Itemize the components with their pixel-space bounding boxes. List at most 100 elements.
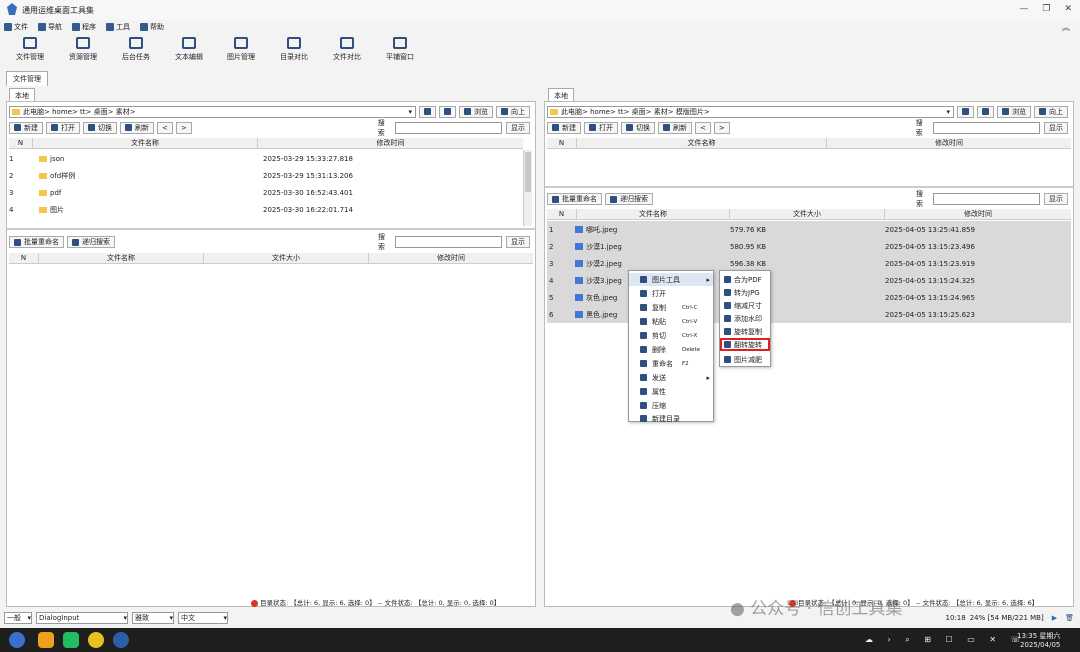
table-row[interactable]: 1 json 2025-03-29 15:33:27.818 [9, 150, 523, 167]
submenu-merge-pdf[interactable]: 合为PDF [720, 273, 770, 286]
table-row[interactable]: 4 图片 2025-03-30 16:22:01.714 [9, 201, 523, 218]
left-switch-button[interactable]: 切换 [83, 121, 117, 134]
app-icon-2[interactable] [63, 632, 79, 648]
right-browse-button[interactable]: 浏览 [997, 105, 1031, 118]
right-back-button[interactable]: < [695, 121, 711, 134]
left-recursive-search-button[interactable]: 递归搜索 [67, 236, 115, 248]
menu-item-send[interactable]: 发送 ▸ [629, 371, 713, 384]
tab-file-manager[interactable]: 文件管理 [6, 71, 48, 86]
menu-nav[interactable]: 导航 [38, 22, 62, 32]
toolbar-dir-compare[interactable]: 目录对比 [269, 37, 319, 62]
menu-item-delete[interactable]: 删除 Delete [629, 343, 713, 356]
app-icon-3[interactable] [113, 632, 129, 648]
submenu-to-jpg[interactable]: 转为JPG [720, 286, 770, 299]
toolbar-text-editor[interactable]: 文本编辑 [164, 37, 214, 62]
table-row[interactable]: 2 沙漠1.jpeg 580.95 KB 2025-04-05 13:15:23… [547, 238, 1071, 255]
submenu-resize[interactable]: 缩减尺寸 [720, 299, 770, 312]
right-download-button[interactable] [957, 105, 974, 118]
toolbar-image-manager[interactable]: 图片管理 [216, 37, 266, 62]
table-row[interactable]: 5 灰色.jpeg 2025-04-05 13:15:24.965 [547, 289, 1071, 306]
menu-item-new-folder[interactable]: 新建目录 [629, 412, 713, 425]
table-row[interactable]: 3 沙漠2.jpeg 596.38 KB 2025-04-05 13:15:23… [547, 255, 1071, 272]
left-search-input[interactable] [395, 121, 502, 134]
left-scroll-thumb[interactable] [525, 152, 531, 192]
menu-item-copy[interactable]: 复制 Ctrl-C [629, 301, 713, 314]
log-level-select[interactable]: 一般 ▾ [4, 611, 32, 624]
menu-item-cut[interactable]: 剪切 Ctrl-X [629, 329, 713, 342]
menu-tools[interactable]: 工具 [106, 22, 130, 32]
toolbar-tile-windows[interactable]: 平铺窗口 [375, 37, 425, 62]
path-dropdown-icon[interactable]: ▾ [946, 108, 953, 116]
right-open-button[interactable]: 打开 [584, 121, 618, 134]
left-open-button[interactable]: 打开 [46, 121, 80, 134]
menu-item-rename[interactable]: 重命名 F2 [629, 357, 713, 370]
left-path-bar[interactable]: 此电脑 > home > tt > 桌面 > 素材 > ▾ [9, 105, 416, 118]
left-favorite-button[interactable] [439, 105, 456, 118]
left-pane: 此电脑 > home > tt > 桌面 > 素材 > ▾ 浏览 向上 新建 打开 切换 … [6, 101, 536, 607]
right-batch-rename-button[interactable]: 批量重命名 [547, 193, 602, 205]
right-up-button[interactable]: 向上 [1034, 105, 1068, 118]
left-new-button[interactable]: 新建 [9, 121, 43, 134]
menu-item-paste[interactable]: 粘贴 Ctrl-V [629, 315, 713, 328]
right-refresh-button[interactable]: 刷新 [658, 121, 692, 134]
right-lower-search-input[interactable] [933, 193, 1040, 205]
left-show-button[interactable]: 显示 [506, 121, 530, 134]
table-row[interactable]: 6 黑色.jpeg 2025-04-05 13:15:25.623 [547, 306, 1071, 323]
left-up-button[interactable]: 向上 [496, 105, 530, 118]
right-new-button[interactable]: 新建 [547, 121, 581, 134]
toolbar-file-compare[interactable]: 文件对比 [322, 37, 372, 62]
menu-file[interactable]: 文件 [4, 22, 28, 32]
right-search-input[interactable] [933, 121, 1040, 134]
splitter[interactable] [545, 186, 1073, 188]
right-forward-button[interactable]: > [713, 121, 730, 134]
toolbar-file-manager[interactable]: 文件管理 [5, 37, 55, 62]
minimize-button[interactable]: — [1019, 4, 1028, 14]
right-show-button[interactable]: 显示 [1044, 121, 1068, 134]
close-button[interactable]: ✕ [1064, 4, 1072, 14]
maximize-button[interactable]: ❐ [1042, 4, 1050, 14]
submenu-flip-rotate[interactable]: 翻转旋转 [720, 338, 770, 351]
toolbar-background-tasks[interactable]: 后台任务 [111, 37, 161, 62]
right-path-bar[interactable]: 此电脑 > home > tt > 桌面 > 素材 > 模版图片 > ▾ [547, 105, 954, 118]
left-lower-show-button[interactable]: 显示 [506, 236, 530, 248]
splitter[interactable] [7, 228, 535, 230]
path-dropdown-icon[interactable]: ▾ [408, 108, 415, 116]
menu-help[interactable]: 帮助 [140, 22, 164, 32]
submenu-compress-image[interactable]: 图片减肥 [720, 353, 770, 366]
table-row[interactable]: 4 沙漠3.jpeg 2025-04-05 13:15:24.325 [547, 272, 1071, 289]
menu-program[interactable]: 程序 [72, 22, 96, 32]
menu-item-open[interactable]: 打开 [629, 287, 713, 300]
start-icon[interactable] [9, 632, 25, 648]
left-batch-rename-button[interactable]: 批量重命名 [9, 236, 64, 248]
right-lower-show-button[interactable]: 显示 [1044, 193, 1068, 205]
app-icon-1[interactable] [38, 632, 54, 648]
trash-icon[interactable]: 🗑 [1065, 614, 1074, 622]
left-forward-button[interactable]: > [175, 121, 192, 134]
left-back-button[interactable]: < [157, 121, 173, 134]
right-recursive-search-button[interactable]: 递归搜索 [605, 193, 653, 205]
collapse-chevron-icon[interactable]: ︽ [1062, 22, 1070, 33]
table-row[interactable]: 3 pdf 2025-03-30 16:52:43.401 [9, 184, 523, 201]
menu-item-image-tools[interactable]: 图片工具 ▸ [629, 273, 713, 286]
menu-item-compress[interactable]: 压缩 [629, 399, 713, 412]
theme-select[interactable]: 雅致 ▾ [132, 611, 174, 624]
dialog-input-select[interactable]: DialogInput ▾ [36, 611, 128, 624]
left-download-button[interactable] [419, 105, 436, 118]
menu-item-properties[interactable]: 属性 [629, 385, 713, 398]
left-scrollbar[interactable] [523, 150, 532, 226]
toolbar-resource-manager[interactable]: 资源管理 [58, 37, 108, 62]
table-row[interactable]: 2 ofd样例 2025-03-29 15:31:13.206 [9, 167, 523, 184]
plus-icon [14, 124, 21, 131]
tray-icons[interactable]: ☁ › ⌕ ⊞ ☐ ▭ ✕ ☏ [865, 635, 1027, 645]
right-favorite-button[interactable] [977, 105, 994, 118]
left-lower-search-input[interactable] [395, 236, 502, 248]
left-browse-button[interactable]: 浏览 [459, 105, 493, 118]
play-icon[interactable]: ▶ [1052, 614, 1057, 622]
submenu-watermark[interactable]: 添加水印 [720, 312, 770, 325]
language-select[interactable]: 中文 ▾ [178, 611, 228, 624]
submenu-rotate-copy[interactable]: 旋转复制 [720, 325, 770, 338]
left-refresh-button[interactable]: 刷新 [120, 121, 154, 134]
browser-icon[interactable] [88, 632, 104, 648]
right-switch-button[interactable]: 切换 [621, 121, 655, 134]
table-row[interactable]: 1 哪吒.jpeg 579.76 KB 2025-04-05 13:25:41.… [547, 221, 1071, 238]
